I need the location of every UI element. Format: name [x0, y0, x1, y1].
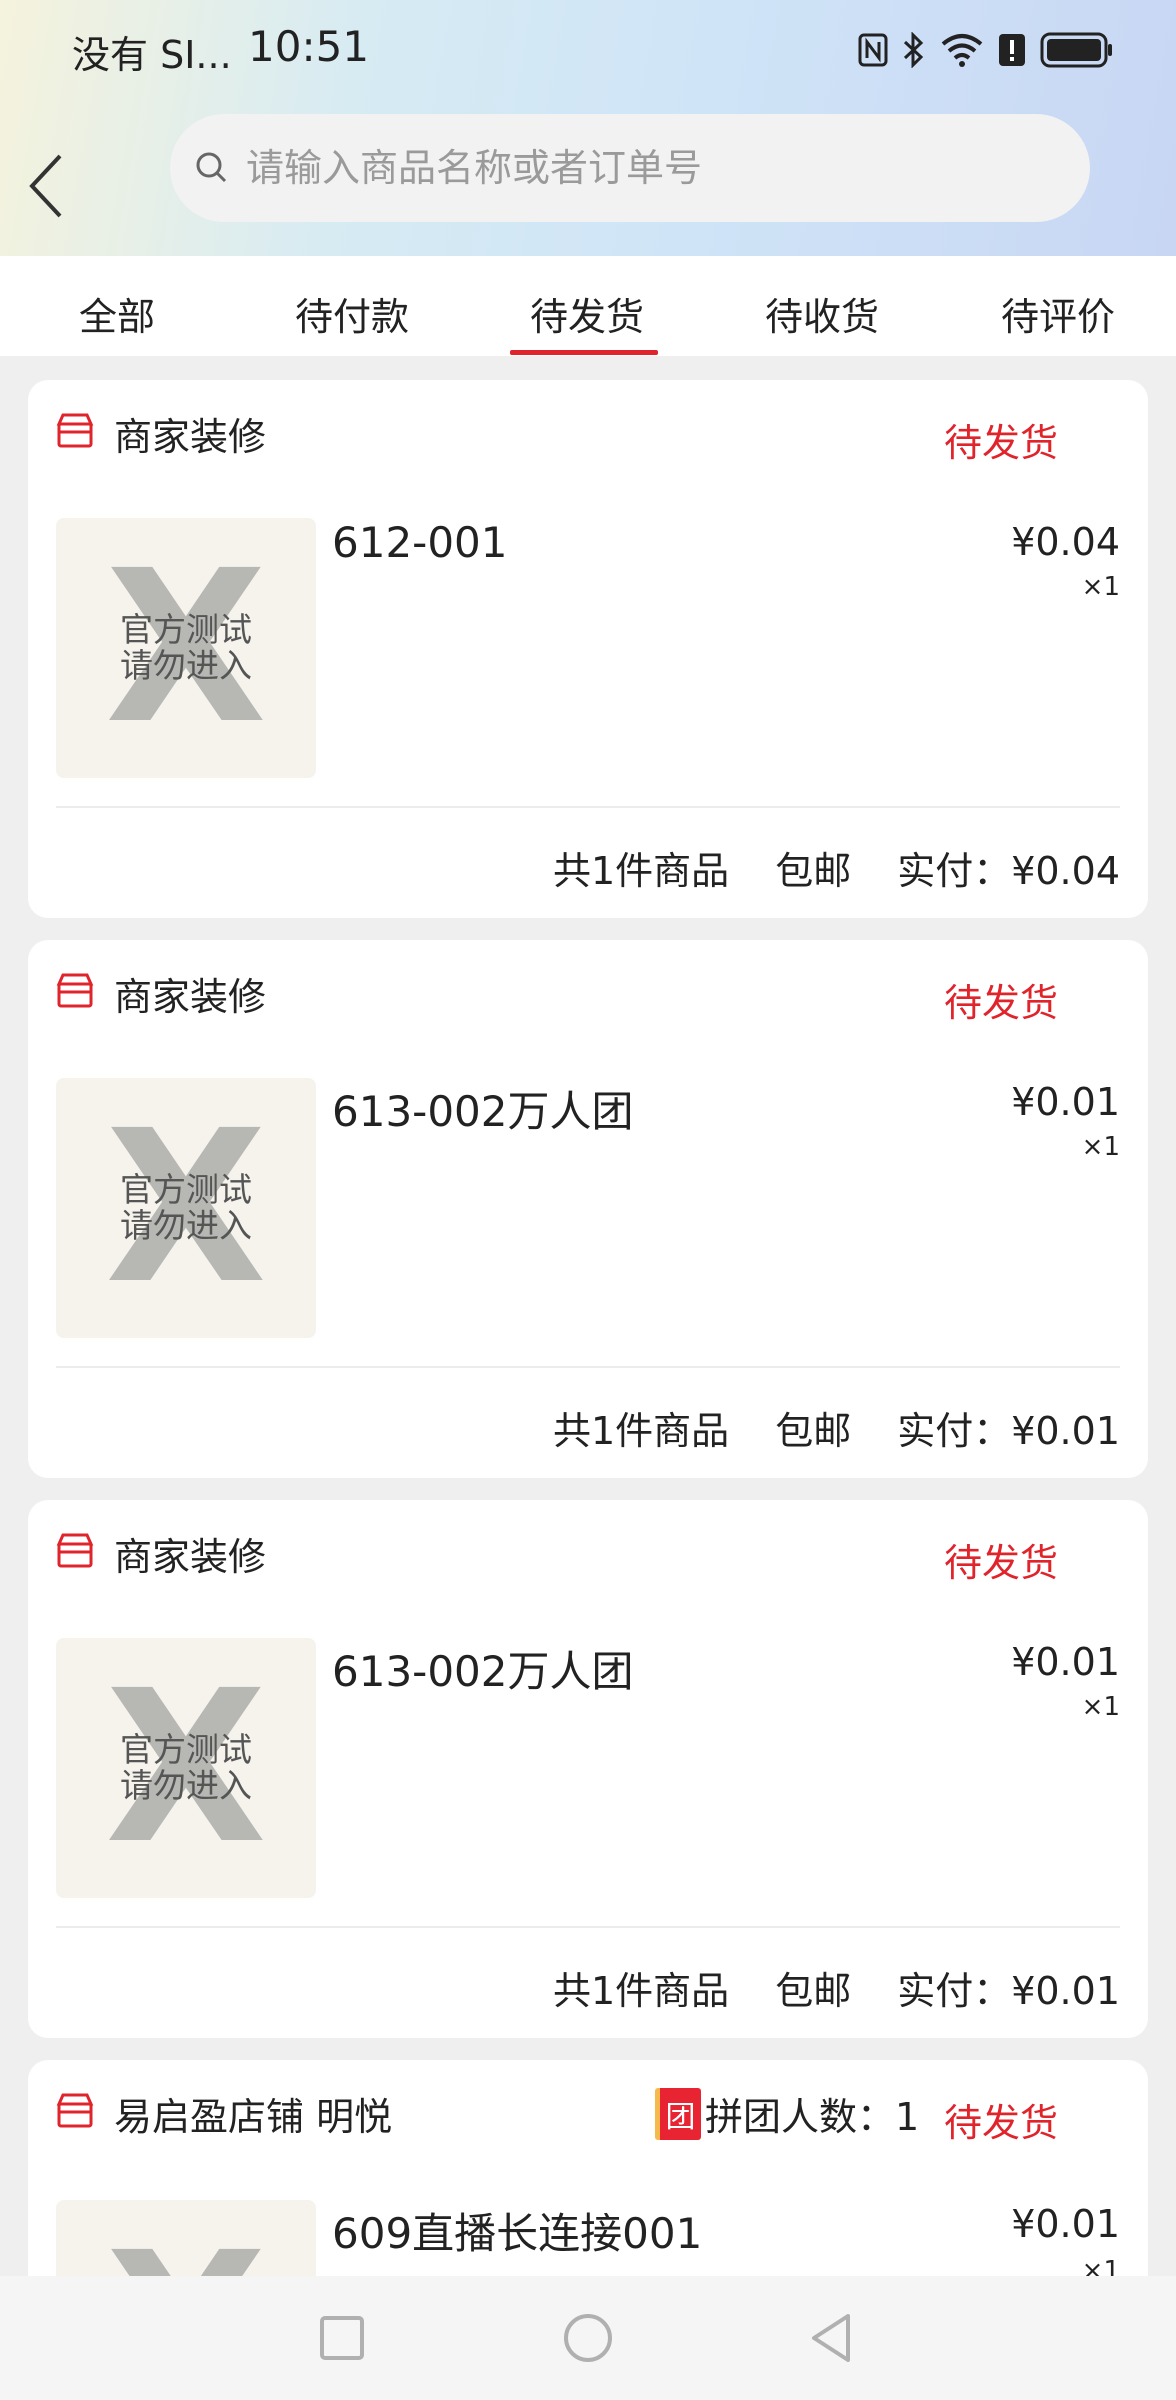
nfc-icon [858, 33, 888, 67]
paid-amount: 实付：¥0.04 [897, 849, 1120, 893]
tab-all[interactable]: 全部 [79, 286, 155, 341]
active-tab-indicator [510, 350, 658, 355]
recent-apps-button[interactable] [310, 2306, 374, 2370]
item-count: 共1件商品 [553, 1409, 730, 1453]
tab-pending-review[interactable]: 待评价 [1001, 286, 1115, 341]
status-bar: 没有 SI... 10:51 [0, 0, 1176, 100]
shop-name[interactable]: 易启盈店铺 明悦 [114, 2086, 392, 2141]
product-quantity: ×1 [1081, 1132, 1120, 1162]
order-status: 待发货 [943, 2101, 1058, 2145]
divider [56, 1926, 1120, 1928]
shop-name[interactable]: 商家装修 [114, 966, 266, 1021]
shop-name[interactable]: 商家装修 [114, 406, 266, 461]
thumbnail-caption: 官方测试 请勿进入 [56, 1172, 316, 1244]
item-count: 共1件商品 [553, 849, 730, 893]
order-status: 待发货 [943, 1541, 1058, 1585]
paid-amount: 实付：¥0.01 [897, 1409, 1120, 1453]
shipping-label: 包邮 [775, 849, 852, 893]
product-thumbnail[interactable]: X 官方测试 请勿进入 [56, 1638, 316, 1898]
header: 没有 SI... 10:51 [0, 0, 1176, 256]
back-nav-button[interactable] [800, 2306, 864, 2370]
thumbnail-caption-line: 请勿进入 [120, 1766, 252, 1805]
carrier-label: 没有 SI... [72, 33, 232, 77]
product-name[interactable]: 613-002万人团 [332, 1638, 634, 1699]
shop-icon [56, 2093, 94, 2128]
shipping-label: 包邮 [775, 1969, 852, 2013]
item-count: 共1件商品 [553, 1969, 730, 2013]
shop-icon [56, 1533, 94, 1568]
order-card[interactable]: 商家装修 待发货 X 官方测试 请勿进入 613-002万人团 ¥0.01 ×1… [28, 1500, 1148, 2038]
group-member-count: 拼团人数：1 [705, 2095, 920, 2139]
status-icons [858, 30, 1114, 70]
system-nav-bar [0, 2276, 1176, 2400]
thumbnail-caption-line: 官方测试 [120, 1730, 252, 1769]
shop-icon [56, 413, 94, 448]
paid-amount: 实付：¥0.01 [897, 1969, 1120, 2013]
thumbnail-caption-line: 请勿进入 [120, 1206, 252, 1245]
order-summary: 共1件商品 包邮 实付：¥0.04 [553, 840, 1120, 895]
bluetooth-icon [903, 32, 924, 68]
order-card[interactable]: 商家装修 待发货 X 官方测试 请勿进入 612-001 ¥0.04 ×1 共1… [28, 380, 1148, 918]
product-name[interactable]: 613-002万人团 [332, 1078, 634, 1139]
clock: 10:51 [248, 22, 370, 71]
shop-icon [56, 973, 94, 1008]
product-thumbnail[interactable]: X 官方测试 请勿进入 [56, 1078, 316, 1338]
product-name[interactable]: 612-001 [332, 518, 508, 567]
order-card[interactable]: 商家装修 待发货 X 官方测试 请勿进入 613-002万人团 ¥0.01 ×1… [28, 940, 1148, 1478]
tab-pending-payment[interactable]: 待付款 [295, 286, 409, 341]
battery-icon [1040, 32, 1112, 68]
wifi-icon [941, 34, 983, 67]
group-buy-tag: 团 [655, 2087, 701, 2140]
product-thumbnail[interactable]: X 官方测试 请勿进入 [56, 518, 316, 778]
tab-pending-receipt[interactable]: 待收货 [765, 286, 879, 341]
thumbnail-caption: 官方测试 请勿进入 [56, 1732, 316, 1804]
group-buy-badge: 团 拼团人数：1 [655, 2086, 919, 2141]
tab-pending-shipment[interactable]: 待发货 [530, 286, 644, 341]
thumbnail-caption: 官方测试 请勿进入 [56, 612, 316, 684]
product-price: ¥0.01 [1011, 1080, 1120, 1124]
thumbnail-caption-line: 官方测试 [120, 1170, 252, 1209]
order-status: 待发货 [943, 981, 1058, 1025]
home-button[interactable] [556, 2306, 620, 2370]
thumbnail-caption-line: 官方测试 [120, 610, 252, 649]
search-icon [196, 152, 227, 183]
search-box[interactable] [170, 114, 1090, 222]
product-price: ¥0.01 [1011, 2202, 1120, 2246]
order-summary: 共1件商品 包邮 实付：¥0.01 [553, 1400, 1120, 1455]
shop-name[interactable]: 商家装修 [114, 1526, 266, 1581]
divider [56, 1366, 1120, 1368]
shipping-label: 包邮 [775, 1409, 852, 1453]
search-input[interactable] [246, 146, 1046, 190]
product-quantity: ×1 [1081, 1692, 1120, 1722]
product-price: ¥0.04 [1011, 520, 1120, 564]
product-price: ¥0.01 [1011, 1640, 1120, 1684]
product-name[interactable]: 609直播长连接001 [332, 2200, 702, 2261]
order-summary: 共1件商品 包邮 实付：¥0.01 [553, 1960, 1120, 2015]
back-button[interactable] [22, 150, 72, 220]
divider [56, 806, 1120, 808]
order-status: 待发货 [943, 421, 1058, 465]
alert-icon [999, 34, 1025, 66]
product-quantity: ×1 [1081, 572, 1120, 602]
thumbnail-caption-line: 请勿进入 [120, 646, 252, 685]
order-tabs: 全部 待付款 待发货 待收货 待评价 [0, 256, 1176, 356]
